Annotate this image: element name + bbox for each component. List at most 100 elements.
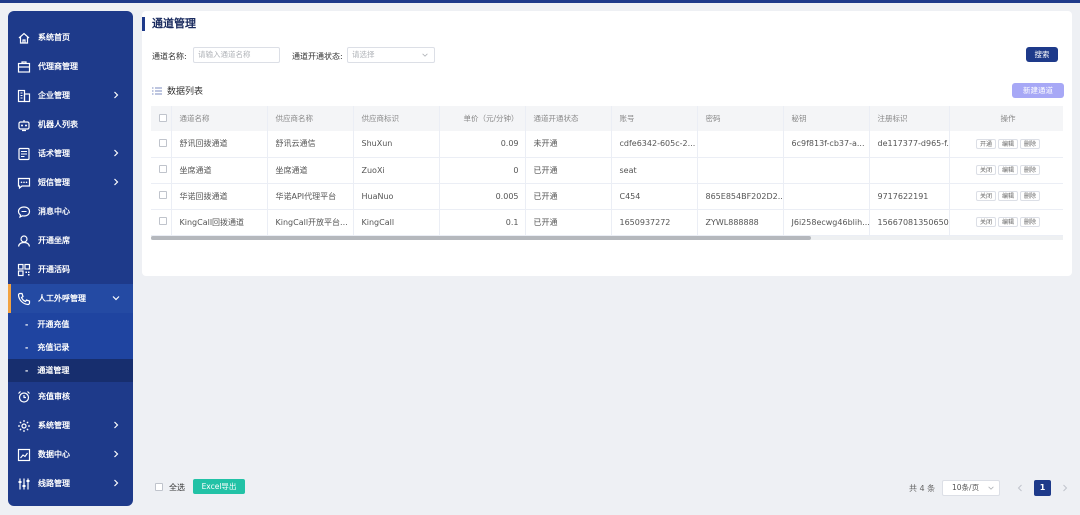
search-button[interactable]: 搜索 (1026, 47, 1058, 62)
toggle-button[interactable]: 开通 (975, 138, 996, 149)
next-page-icon[interactable] (1060, 482, 1070, 494)
excel-export-button[interactable]: Excel导出 (193, 479, 245, 494)
sidebar-subitem[interactable]: - 开通充值 (8, 313, 133, 336)
alarm-icon (17, 390, 31, 404)
page-size-value: 10条/页 (952, 483, 980, 492)
delete-button[interactable]: 删除 (1020, 165, 1041, 175)
cell-supplier: 舒讯云通信 (267, 131, 354, 158)
new-channel-button[interactable]: 新建通道 (1012, 83, 1064, 98)
qrcode-icon (17, 263, 31, 277)
sidebar-item[interactable]: 系统管理 (8, 411, 133, 440)
chevron-right-icon (114, 450, 119, 458)
toggle-button[interactable]: 关闭 (975, 165, 996, 175)
delete-button[interactable]: 删除 (1020, 138, 1041, 149)
column-header: 通道名称 (171, 106, 268, 131)
sidebar-item[interactable]: 充值审核 (8, 382, 133, 411)
subitem-dash: - (25, 343, 29, 352)
top-accent-bar (0, 0, 1080, 3)
edit-button[interactable]: 编辑 (997, 191, 1018, 201)
list-header: 数据列表 (152, 84, 203, 97)
select-all-label: 全选 (169, 483, 185, 492)
column-header: 操作 (949, 106, 1063, 131)
sidebar-item[interactable]: 消息中心 (8, 197, 133, 226)
horizontal-scrollbar[interactable] (151, 236, 1063, 240)
row-checkbox[interactable] (159, 217, 167, 225)
edit-button[interactable]: 编辑 (997, 138, 1018, 149)
page-number-current[interactable]: 1 (1034, 480, 1051, 496)
scrollbar-thumb[interactable] (151, 236, 811, 240)
cell-account: cdfe6342-605c-2... (611, 131, 698, 158)
sidebar-item-label: 短信管理 (38, 178, 70, 187)
cell-price: 0.005 (439, 183, 526, 210)
home-icon (17, 31, 31, 45)
sidebar-item[interactable]: 开通活码 (8, 255, 133, 284)
message-icon (17, 176, 31, 190)
sidebar-item[interactable]: 话术管理 (8, 139, 133, 168)
edit-button[interactable]: 编辑 (997, 165, 1018, 175)
sidebar-item[interactable]: 系统首页 (8, 23, 133, 52)
robot-icon (17, 118, 31, 132)
filter-name-label: 通道名称: (152, 52, 187, 61)
row-checkbox[interactable] (159, 165, 167, 173)
sidebar-item-label: 数据中心 (38, 450, 70, 459)
column-header: 供应商标识 (353, 106, 440, 131)
page-title: 通道管理 (142, 17, 196, 31)
table-row: 华诺回拨通道 华诺API代理平台 HuaNuo 0.005 已开通 C454 865E854… (151, 183, 1063, 210)
cell-reg: 9717622191 (869, 183, 950, 210)
row-checkbox[interactable] (159, 138, 167, 147)
delete-button[interactable]: 删除 (1020, 217, 1041, 227)
select-all-checkbox[interactable] (155, 483, 163, 491)
delete-button[interactable]: 删除 (1020, 191, 1041, 201)
data-table: 通道名称 供应商名称 供应商标识 单价（元/分钟） 通道开通状态 账号 密码 秘钥 注册标识 操作… (151, 106, 1063, 239)
cell-supplier: KingCall开放平台... (267, 209, 354, 236)
cell-actions: 关闭 编辑 删除 (949, 157, 1063, 184)
sidebar-item[interactable]: 机器人列表 (8, 110, 133, 139)
sidebar-item-label: 系统首页 (38, 33, 70, 42)
sidebar-item-label: 话术管理 (38, 149, 70, 158)
sidebar-item[interactable]: 线路管理 (8, 469, 133, 498)
list-icon (152, 87, 162, 94)
chart-icon (17, 448, 31, 462)
cell-account: C454 (611, 183, 698, 210)
cell-reg: 15667081350650... (869, 209, 950, 236)
channel-name-input[interactable]: 请输入通道名称 (193, 47, 280, 63)
sidebar-item[interactable]: 数据中心 (8, 440, 133, 469)
chevron-down-icon (112, 296, 120, 301)
sidebar-item[interactable]: 开通坐席 (8, 226, 133, 255)
toggle-button[interactable]: 关闭 (975, 217, 996, 227)
cell-secret: J6i258ecwg46blih... (783, 209, 870, 236)
list-title: 数据列表 (167, 87, 204, 97)
cell-status: 已开通 (525, 183, 612, 210)
cell-reg: de117377-d965-f... (869, 131, 950, 158)
cell-status: 已开通 (525, 157, 612, 184)
sidebar-item[interactable]: 人工外呼管理 (8, 284, 133, 313)
sidebar-item[interactable]: 企业管理 (8, 81, 133, 110)
sidebar: 系统首页代理商管理企业管理 机器人列表话术管理短信管理消息中心开通坐席 开通活码 人工… (8, 11, 133, 506)
status-select[interactable]: 请选择 (347, 47, 435, 63)
sidebar-item-label: 消息中心 (38, 207, 70, 216)
sidebar-item[interactable]: 代理商管理 (8, 52, 133, 81)
cell-account: 1650937272 (611, 209, 698, 236)
status-select-placeholder: 请选择 (352, 50, 375, 59)
chevron-right-icon (114, 421, 119, 429)
chevron-right-icon (114, 149, 119, 157)
toggle-button[interactable]: 关闭 (975, 191, 996, 201)
prev-page-icon[interactable] (1015, 482, 1025, 494)
header-checkbox[interactable] (159, 113, 167, 122)
cell-supplier-id: ZuoXi (353, 157, 440, 184)
subitem-dash: - (25, 320, 29, 329)
row-checkbox-cell (151, 157, 172, 184)
briefcase-icon (17, 60, 31, 74)
column-header: 密码 (697, 106, 784, 131)
cell-price: 0.1 (439, 209, 526, 236)
cell-name: KingCall回拨通道 (171, 209, 268, 236)
sidebar-subitem[interactable]: - 充值记录 (8, 336, 133, 359)
sidebar-subitem[interactable]: - 通道管理 (8, 359, 133, 382)
page-size-select[interactable]: 10条/页 (942, 480, 1000, 496)
sidebar-item-label: 代理商管理 (38, 62, 78, 71)
chevron-right-icon (114, 178, 119, 186)
edit-button[interactable]: 编辑 (997, 217, 1018, 227)
sidebar-item[interactable]: 短信管理 (8, 168, 133, 197)
row-checkbox[interactable] (159, 191, 167, 199)
cell-password: 865E854BF202D2... (697, 183, 784, 210)
